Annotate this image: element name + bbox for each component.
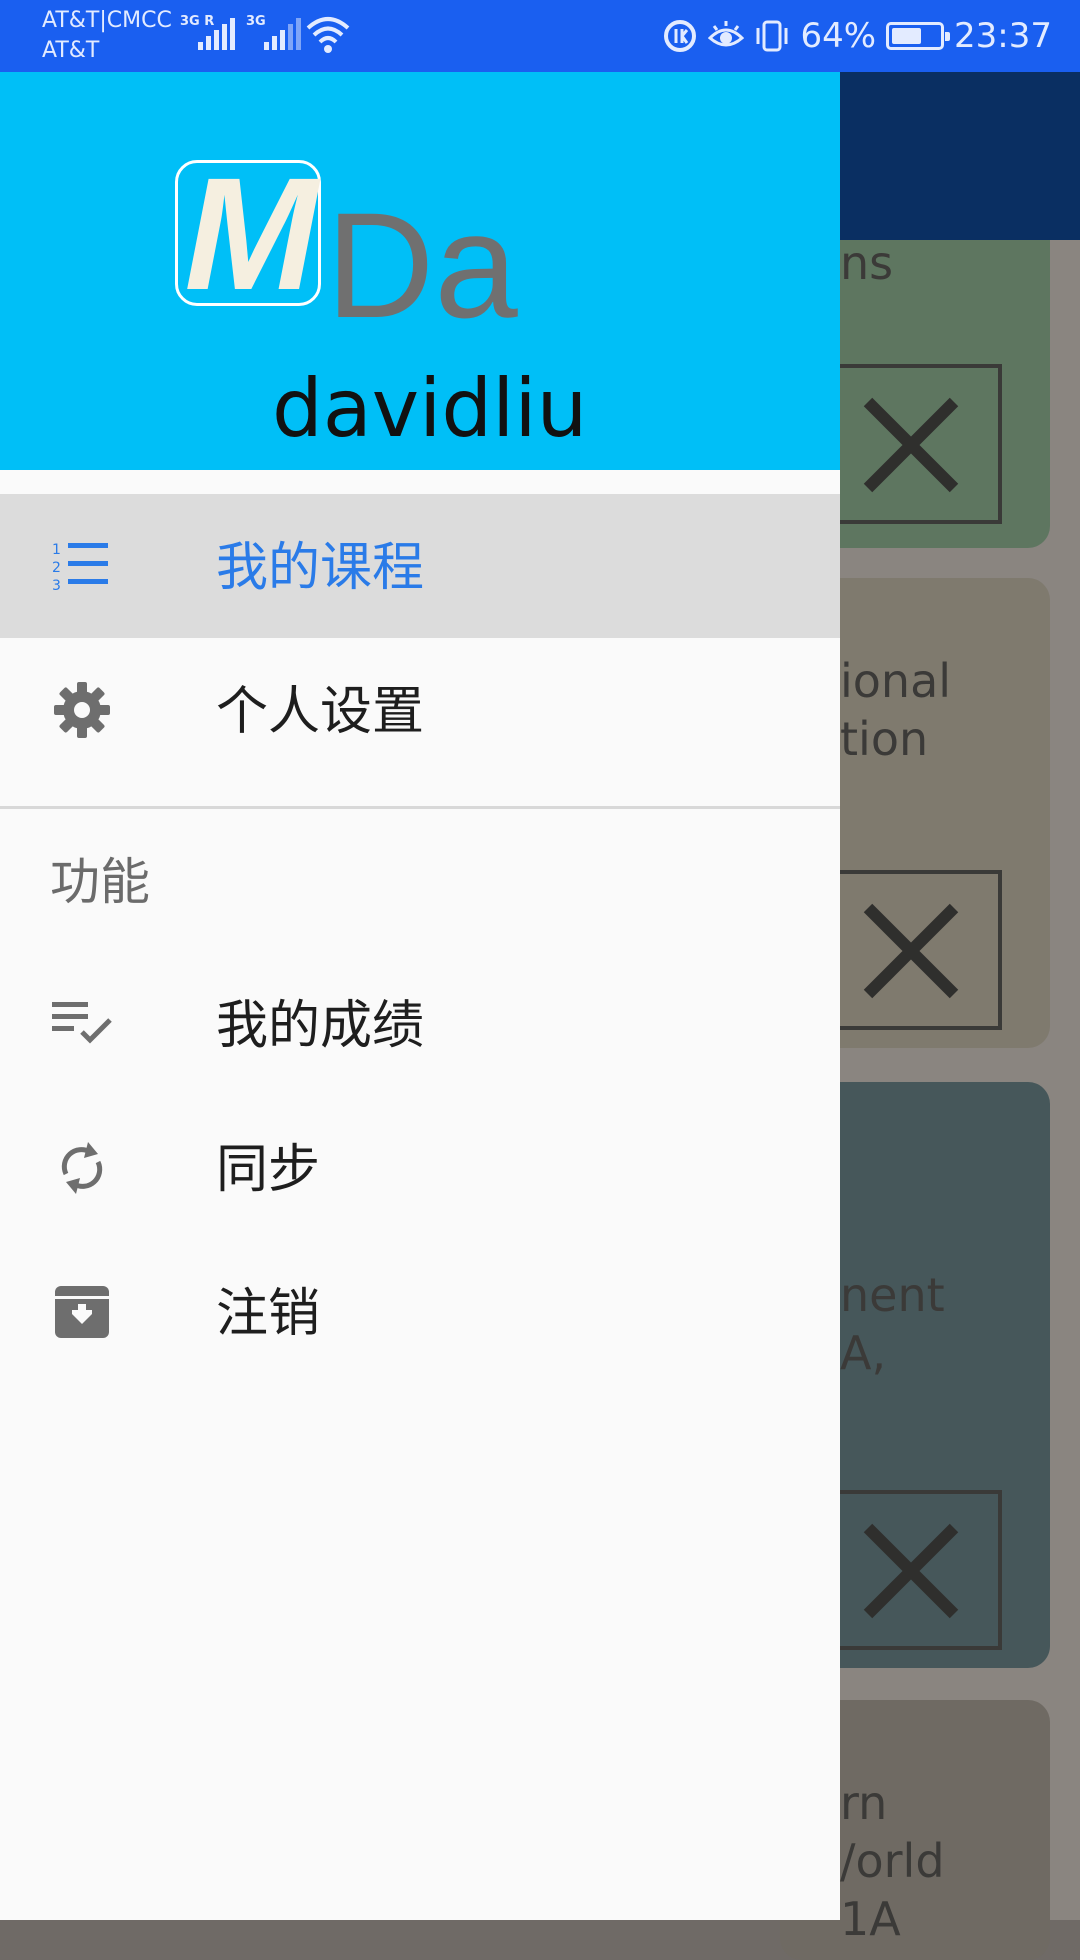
status-bar: AT&T|CMCC AT&T 3G R 3G 64% 23:37	[0, 0, 1080, 72]
drawer-header: M Da davidliu	[0, 72, 840, 470]
data-saver-icon	[664, 20, 697, 52]
eye-comfort-icon	[708, 21, 745, 47]
archive-icon	[55, 1286, 109, 1338]
course-card-title: rn /orld 1A	[840, 1776, 945, 1946]
drawer-item-my-grades[interactable]: 我的成绩	[0, 952, 840, 1096]
course-card-remove-button[interactable]	[820, 1490, 1002, 1650]
status-icons: 64% 23:37	[662, 14, 1052, 58]
sim2-network-tag: 3G	[246, 14, 266, 29]
drawer-item-label: 我的课程	[216, 538, 425, 598]
wifi-icon	[306, 17, 350, 53]
course-card-title: ional tion	[840, 654, 952, 766]
username: davidliu	[272, 362, 588, 455]
drawer-item-label: 注销	[216, 1284, 321, 1344]
gear-icon	[54, 682, 110, 738]
drawer-item-my-courses[interactable]: 1 2 3 我的课程	[0, 494, 840, 638]
carrier-info: AT&T|CMCC AT&T	[42, 6, 172, 66]
svg-text:3: 3	[52, 578, 61, 594]
close-icon	[863, 1523, 959, 1619]
battery-percent: 64%	[800, 16, 877, 56]
numbered-list-icon: 1 2 3	[52, 542, 108, 594]
app-logo-text: Da	[326, 181, 518, 349]
course-card-title: ns	[840, 236, 894, 290]
course-card-remove-button[interactable]	[820, 870, 1002, 1030]
signal-icon: 3G	[246, 14, 302, 54]
drawer-item-settings[interactable]: 个人设置	[0, 638, 840, 782]
drawer-item-label: 个人设置	[216, 682, 425, 742]
app-logo-icon: M	[175, 149, 321, 319]
svg-text:2: 2	[52, 560, 61, 576]
drawer-item-label: 我的成绩	[216, 996, 425, 1056]
navigation-drawer: M Da davidliu 1 2 3 我的课程 个人设置 功能 我的成绩 同步…	[0, 72, 840, 1920]
playlist-check-icon	[52, 1002, 112, 1044]
drawer-divider	[0, 806, 840, 809]
close-icon	[863, 903, 959, 999]
carrier-line-2: AT&T	[42, 38, 100, 63]
clock: 23:37	[954, 16, 1052, 56]
course-card-remove-button[interactable]	[820, 364, 1002, 524]
vibrate-icon	[756, 20, 788, 52]
drawer-item-label: 同步	[216, 1140, 321, 1200]
close-icon	[863, 397, 959, 493]
section-title-functions: 功能	[50, 853, 150, 911]
carrier-line-1: AT&T|CMCC	[42, 8, 172, 33]
drawer-item-logout[interactable]: 注销	[0, 1240, 840, 1384]
svg-text:1: 1	[52, 542, 61, 558]
battery-icon	[886, 22, 951, 50]
signal-icon: 3G R	[180, 14, 236, 54]
drawer-item-sync[interactable]: 同步	[0, 1096, 840, 1240]
sync-icon	[61, 1142, 103, 1194]
course-card-title: nent A,	[840, 1268, 945, 1380]
